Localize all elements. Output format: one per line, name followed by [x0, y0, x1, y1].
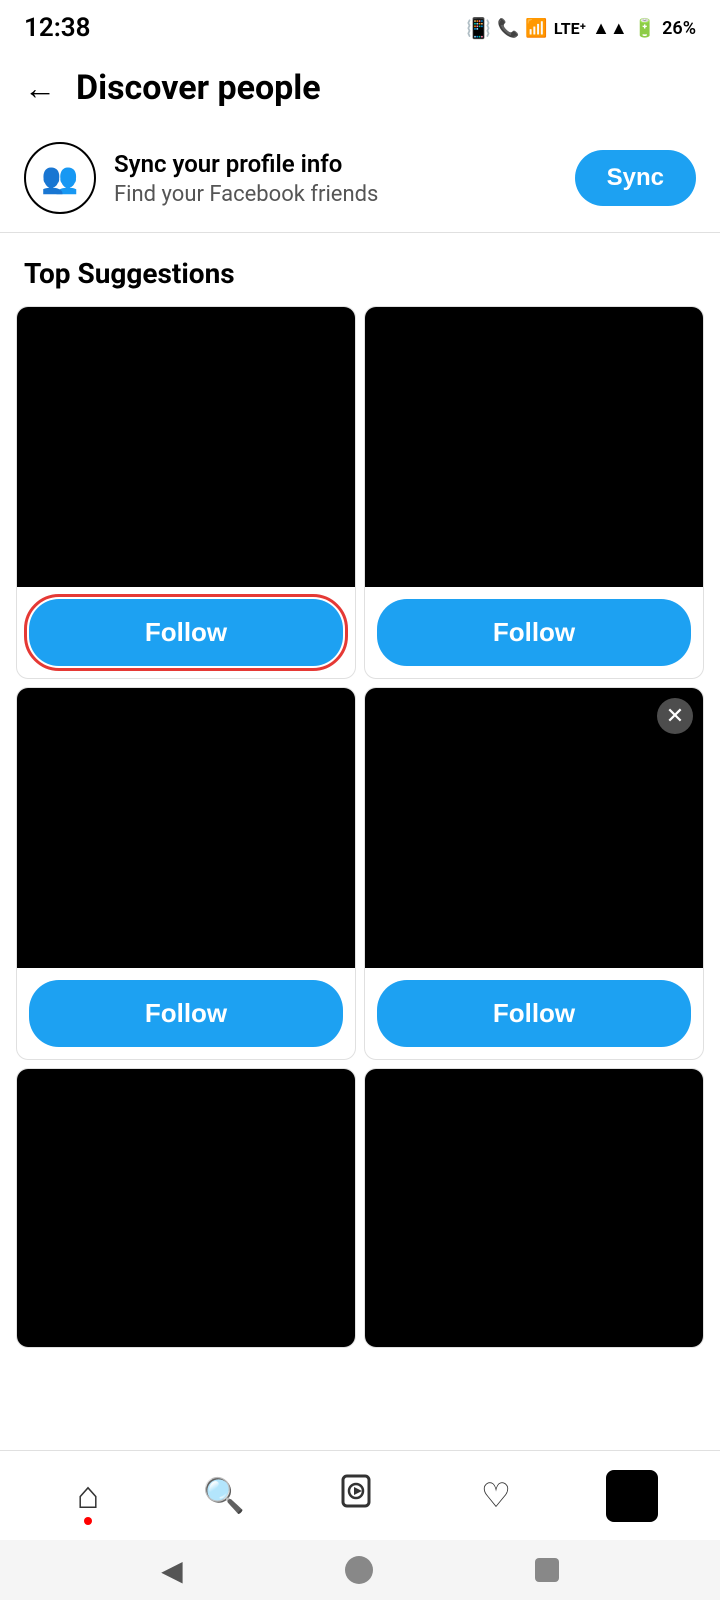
header: ← Discover people	[0, 52, 720, 124]
suggestion-card: ✕ Follow	[364, 687, 704, 1060]
back-chevron-icon: ◀	[161, 1554, 183, 1587]
follow-button-2[interactable]: Follow	[377, 599, 691, 666]
back-button[interactable]: ←	[24, 69, 56, 107]
sync-title: Sync your profile info	[114, 150, 378, 178]
sync-button[interactable]: Sync	[575, 150, 696, 206]
system-home-button[interactable]	[345, 1556, 373, 1584]
top-suggestions-section: Top Suggestions Follow Follow Follow ✕ F…	[0, 233, 720, 1348]
signal-bars: ▲▲	[592, 18, 628, 39]
suggestions-grid: Follow Follow Follow ✕ Follow	[0, 306, 720, 1348]
system-back-button[interactable]: ◀	[161, 1554, 183, 1587]
status-bar: 12:38 📳 📞 📶 LTE⁺ ▲▲ 🔋 26%	[0, 0, 720, 52]
vibrate-icon: 📳	[466, 16, 491, 40]
suggestion-card: Follow	[364, 306, 704, 679]
battery-icon: 🔋	[634, 18, 656, 39]
card-image	[365, 307, 703, 587]
lte-label: LTE⁺	[554, 19, 586, 38]
sync-text: Sync your profile info Find your Faceboo…	[114, 150, 378, 207]
card-image	[365, 1069, 703, 1347]
card-image	[17, 307, 355, 587]
system-recents-button[interactable]	[535, 1558, 559, 1582]
recents-square-icon	[535, 1558, 559, 1582]
system-bar: ◀	[0, 1540, 720, 1600]
heart-icon: ♡	[481, 1476, 511, 1516]
sync-info: 👥 Sync your profile info Find your Faceb…	[24, 142, 378, 214]
home-circle-icon	[345, 1556, 373, 1584]
follow-button-3[interactable]: Follow	[29, 980, 343, 1047]
suggestion-card	[364, 1068, 704, 1348]
search-icon: 🔍	[203, 1476, 245, 1516]
suggestion-card	[16, 1068, 356, 1348]
nav-home[interactable]: ⌂	[38, 1461, 138, 1531]
video-icon	[340, 1471, 380, 1520]
status-icons: 📳 📞 📶 LTE⁺ ▲▲ 🔋 26%	[466, 16, 696, 40]
home-dot	[84, 1517, 92, 1525]
card-image	[17, 1069, 355, 1347]
home-icon: ⌂	[77, 1474, 100, 1518]
suggestion-card: Follow	[16, 687, 356, 1060]
people-icon: 👥	[41, 161, 78, 196]
profile-avatar	[606, 1470, 658, 1522]
follow-button-1[interactable]: Follow	[29, 599, 343, 666]
bottom-nav: ⌂ 🔍 ♡	[0, 1450, 720, 1540]
call-icon: 📞	[497, 18, 519, 39]
battery-pct: 26%	[662, 18, 696, 39]
card-image	[17, 688, 355, 968]
sync-icon: 👥	[24, 142, 96, 214]
card-image	[365, 688, 703, 968]
sync-subtitle: Find your Facebook friends	[114, 182, 378, 207]
nav-search[interactable]: 🔍	[174, 1461, 274, 1531]
suggestion-card: Follow	[16, 306, 356, 679]
sync-banner: 👥 Sync your profile info Find your Faceb…	[0, 124, 720, 233]
page-title: Discover people	[76, 68, 321, 108]
section-title: Top Suggestions	[0, 233, 720, 306]
wifi-icon: 📶	[525, 18, 547, 39]
nav-heart[interactable]: ♡	[446, 1461, 546, 1531]
nav-video[interactable]	[310, 1461, 410, 1531]
nav-profile[interactable]	[582, 1461, 682, 1531]
status-time: 12:38	[24, 13, 91, 43]
dismiss-button[interactable]: ✕	[657, 698, 693, 734]
follow-button-4[interactable]: Follow	[377, 980, 691, 1047]
